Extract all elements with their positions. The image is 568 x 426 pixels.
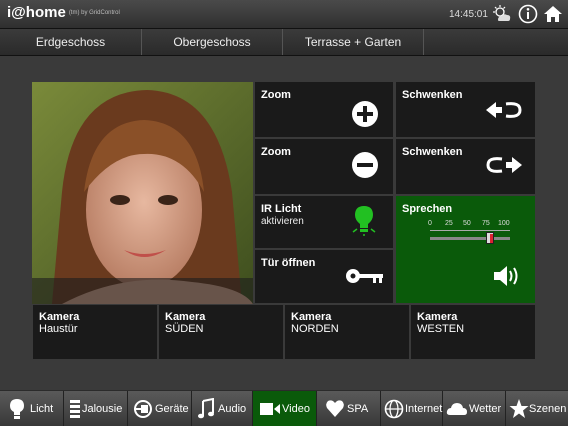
nav-szenen[interactable]: Szenen	[506, 391, 568, 426]
open-door-button[interactable]: Tür öffnen	[255, 250, 393, 303]
camera-norden-button[interactable]: Kamera NORDEN	[285, 305, 409, 359]
tab-terrasse-garten[interactable]: Terrasse + Garten	[283, 29, 424, 55]
pan-right-icon	[486, 157, 522, 173]
camera-westen-button[interactable]: Kamera WESTEN	[411, 305, 535, 359]
weather-sun-cloud-icon[interactable]	[492, 4, 512, 24]
lamp-icon	[10, 399, 24, 419]
nav-licht[interactable]: Licht	[0, 391, 64, 426]
zoom-out-button[interactable]: Zoom	[255, 139, 393, 194]
pan-left-icon	[486, 102, 522, 118]
zoom-in-button[interactable]: Zoom	[255, 82, 393, 137]
plug-icon	[134, 400, 152, 418]
nav-geraete[interactable]: Geräte	[128, 391, 192, 426]
app-logo: i@home (tm) by GridControl	[7, 4, 120, 21]
speak-panel[interactable]: Sprechen 0 25 50 75 100	[396, 196, 535, 303]
music-note-icon	[198, 398, 214, 419]
ir-light-button[interactable]: IR Licht aktivieren	[255, 196, 393, 248]
nav-jalousie[interactable]: Jalousie	[64, 391, 128, 426]
nav-internet[interactable]: Internet	[381, 391, 443, 426]
volume-knob[interactable]	[486, 232, 494, 244]
video-camera-icon	[260, 403, 280, 415]
clock: 14:45:01	[449, 9, 488, 20]
info-icon[interactable]	[518, 4, 538, 24]
nav-spa[interactable]: SPA	[317, 391, 381, 426]
pan-right-button[interactable]: Schwenken	[396, 139, 535, 194]
camera-haustuer-button[interactable]: Kamera Haustür	[33, 305, 157, 359]
minus-icon	[352, 152, 378, 178]
floor-tabs: Erdgeschoss Obergeschoss Terrasse + Gart…	[0, 29, 568, 56]
star-icon	[509, 399, 529, 418]
volume-ticks-line	[430, 230, 510, 231]
home-icon[interactable]	[543, 4, 563, 24]
tab-obergeschoss[interactable]: Obergeschoss	[142, 29, 283, 55]
globe-icon	[384, 399, 404, 419]
speaker-icon	[494, 266, 518, 286]
key-icon	[346, 269, 383, 283]
bottom-nav: Licht Jalousie Geräte Audio Video SPA In…	[0, 391, 568, 426]
nav-wetter[interactable]: Wetter	[443, 391, 506, 426]
nav-video[interactable]: Video	[253, 391, 317, 426]
camera-sueden-button[interactable]: Kamera SÜDEN	[159, 305, 283, 359]
tab-erdgeschoss[interactable]: Erdgeschoss	[0, 29, 142, 55]
volume-slider[interactable]	[430, 232, 510, 244]
pan-left-button[interactable]: Schwenken	[396, 82, 535, 137]
blinds-icon	[70, 400, 80, 418]
camera-feed	[32, 82, 253, 304]
top-bar: i@home (tm) by GridControl 14:45:01	[0, 0, 568, 29]
heart-icon	[326, 400, 344, 417]
nav-audio[interactable]: Audio	[192, 391, 253, 426]
plus-icon	[352, 101, 378, 127]
cloud-icon	[446, 403, 467, 415]
lightbulb-icon	[352, 206, 376, 236]
